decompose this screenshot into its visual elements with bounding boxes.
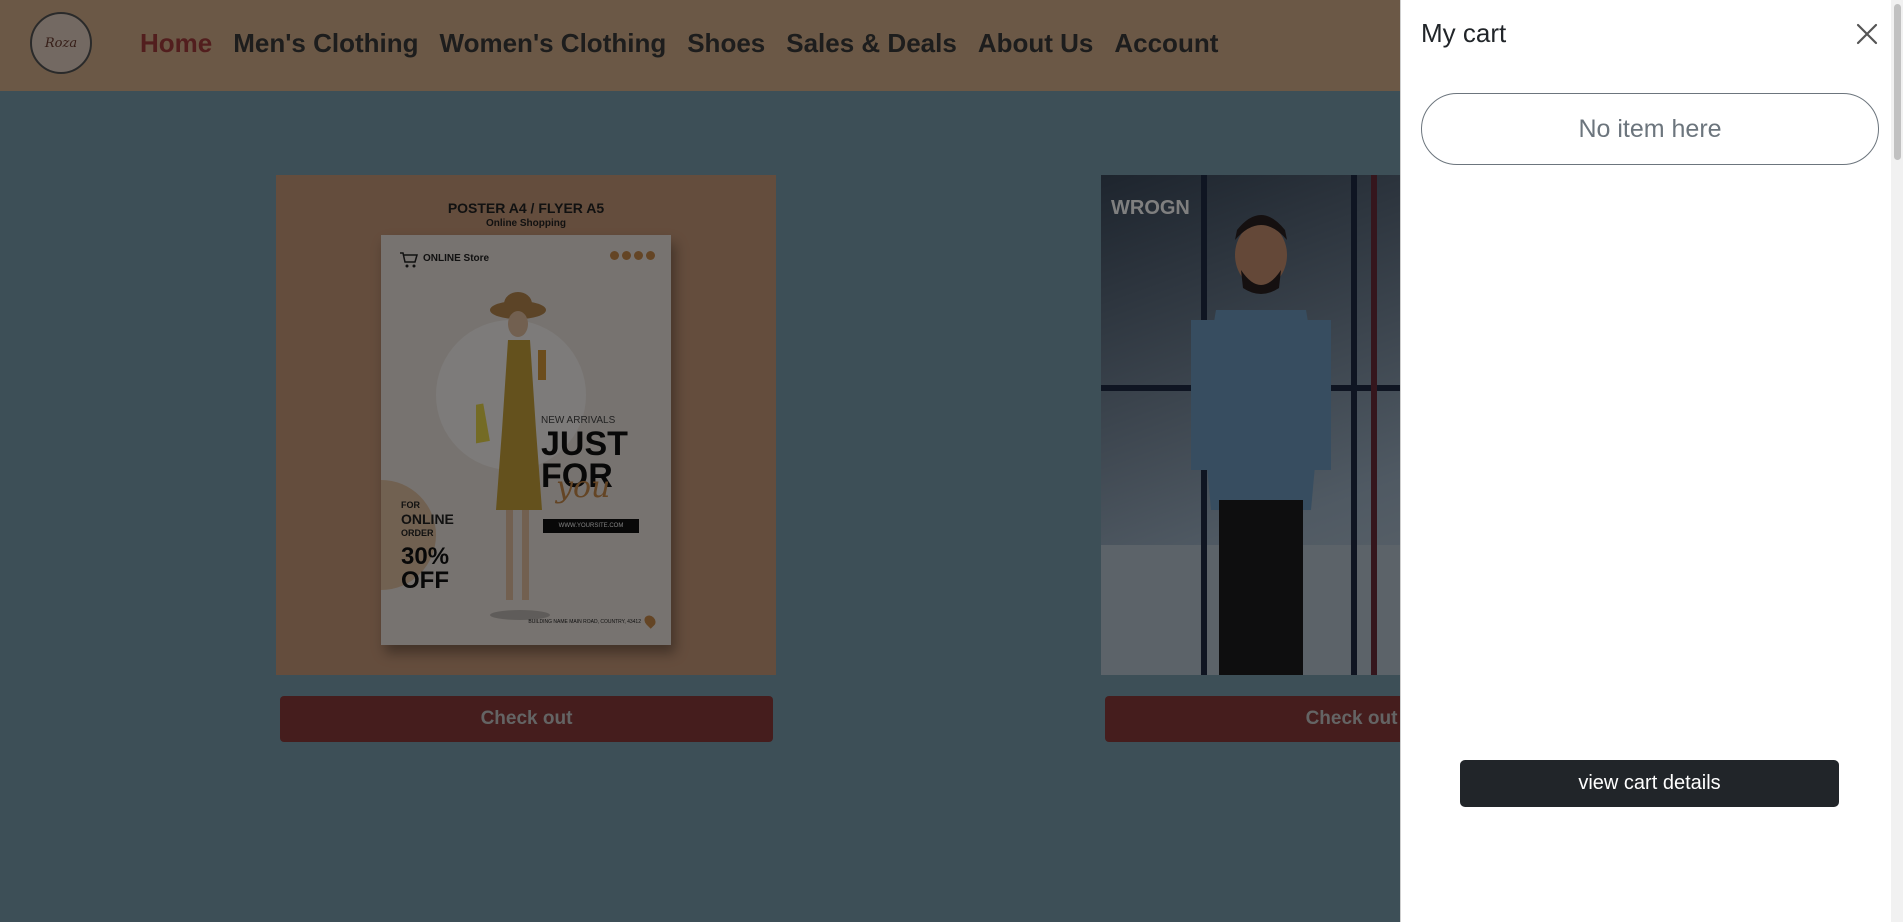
view-cart-details-button[interactable]: view cart details (1460, 760, 1839, 807)
cart-title: My cart (1421, 18, 1507, 48)
scrollbar-thumb[interactable] (1894, 4, 1901, 160)
cart-offcanvas: My cart No item here view cart details (1400, 0, 1903, 922)
scrollbar[interactable] (1891, 0, 1903, 922)
close-icon[interactable] (1853, 20, 1881, 48)
empty-cart-message: No item here (1421, 93, 1879, 165)
